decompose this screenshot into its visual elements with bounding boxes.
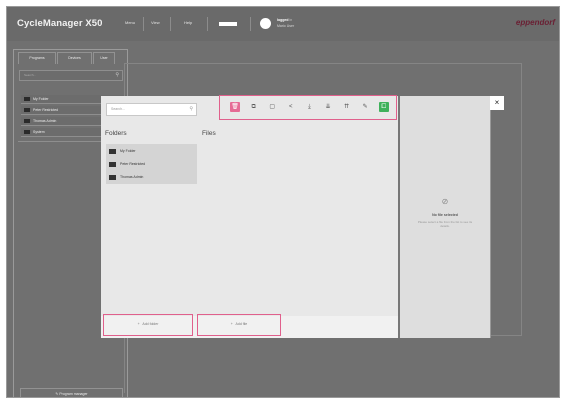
left-panel-tabs: Programs Devices User [14,50,127,64]
no-file-icon: ⊘ [441,197,449,206]
add-file-button[interactable]: + Add file [197,314,281,336]
folder-item-my-folder[interactable]: My Folder [106,145,197,158]
delete-icon[interactable]: 🗑 [230,102,240,112]
tab-programs[interactable]: Programs [18,52,56,64]
workspace-border [124,63,522,64]
menu-divider [143,17,144,31]
status-indicator [219,22,237,26]
add-folder-label: Add folder [142,322,159,326]
menu-item-view[interactable]: View [151,20,160,25]
menu-item-help[interactable]: Help [184,20,192,25]
brand-logo: eppendorf [515,18,555,27]
pencil-icon: ✎ [55,392,59,396]
app-title: CycleManager X50 [17,18,103,29]
avatar[interactable] [260,18,271,29]
folder-icon [109,149,116,154]
app-window: CycleManager X50 Menu View Help logged i… [6,6,560,398]
close-button[interactable]: × [490,96,504,110]
sidebar-item-label: Peter Restricted [33,108,59,112]
folder-item-peter-restricted[interactable]: Peter Restricted [106,158,197,171]
file-detail-panel: ⊘ No file selected Please select a file … [398,96,491,338]
menu-divider [170,17,171,31]
add-folder-button[interactable]: + Add folder [103,314,193,336]
add-file-label: Add file [235,322,248,326]
search-icon[interactable]: ⚲ [189,104,193,115]
user-status: in [289,18,293,22]
folder-icon [109,175,116,180]
program-manager-button[interactable]: ✎ Program manager [20,388,123,397]
folder-icon [109,162,116,167]
folders-heading: Folders [105,130,127,137]
file-browser-dialog: Search... ⚲ 🗑 ⧉ ▢ < ⤓ ⇊ ⇈ ✎ ⧠ Folders Files My F… [101,95,398,338]
tab-devices[interactable]: Devices [57,52,92,64]
export-icon[interactable]: ⧠ [378,102,389,112]
search-placeholder: Search... [24,73,37,77]
menu-divider [207,17,208,31]
dialog-search-input[interactable]: Search... ⚲ [106,103,197,116]
menu-divider [250,17,251,31]
import-icon[interactable]: ⇊ [323,102,333,112]
download-icon[interactable]: ⤓ [304,102,314,112]
plus-icon: + [230,322,233,326]
user-name[interactable]: logged in [277,18,292,22]
folder-item-label: Peter Restricted [120,162,146,166]
close-icon: × [494,98,500,107]
paste-icon[interactable]: ▢ [267,102,277,112]
no-file-title: No file selected [432,213,458,217]
folder-icon [24,119,30,123]
search-icon[interactable]: ⚲ [115,71,119,80]
left-panel-search-input[interactable]: Search... ⚲ [19,70,123,81]
plus-icon: + [137,322,140,326]
top-bar: CycleManager X50 Menu View Help logged i… [7,7,559,41]
share-icon[interactable]: < [286,102,296,112]
sidebar-item-label: System [33,130,45,134]
sidebar-item-label: Thomas Admin [33,119,57,123]
tab-user[interactable]: User [93,52,115,64]
copy-icon[interactable]: ⧉ [249,102,259,112]
no-file-description: Please select a file from the list to se… [417,220,473,228]
folder-item-label: Thomas Admin [120,175,144,179]
move-icon[interactable]: ⇈ [342,102,352,112]
files-heading: Files [202,130,216,137]
sidebar-item-label: My Folder [33,97,49,101]
program-manager-label: Program manager [59,392,88,396]
menu-item-menu[interactable]: Menu [125,20,135,25]
workspace-border [521,63,522,335]
folder-icon [24,108,30,112]
folder-item-label: My Folder [120,149,136,153]
user-role: Mario User [277,24,295,28]
folder-icon [24,97,30,101]
file-toolbar: 🗑 ⧉ ▢ < ⤓ ⇊ ⇈ ✎ ⧠ [219,95,397,120]
search-placeholder: Search... [111,107,126,111]
folder-icon [24,130,30,134]
folder-item-thomas-admin[interactable]: Thomas Admin [106,171,197,184]
folder-list: My Folder Peter Restricted Thomas Admin [106,144,197,184]
edit-icon[interactable]: ✎ [360,102,370,112]
